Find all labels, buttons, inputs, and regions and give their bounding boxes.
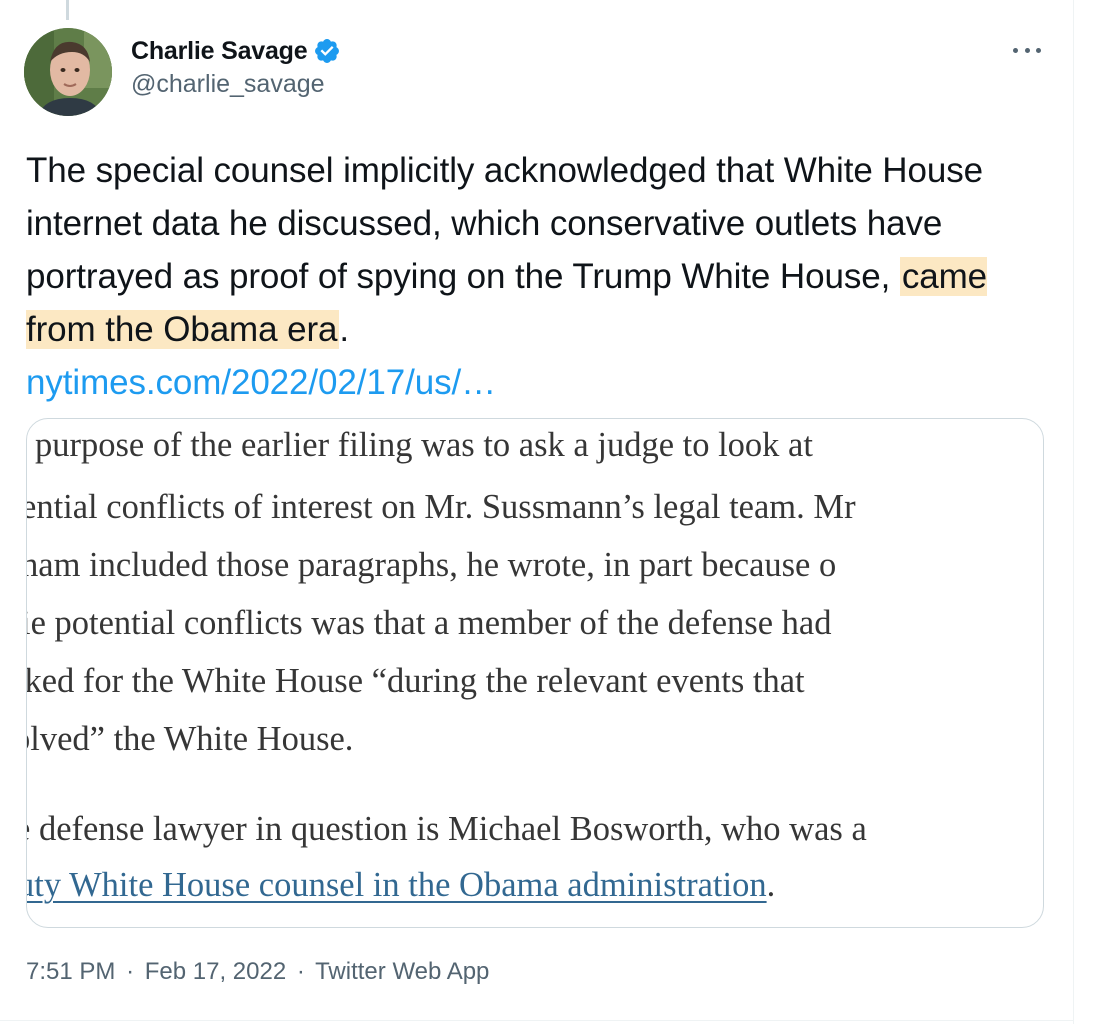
more-dot	[1036, 47, 1041, 53]
tweet-article-link[interactable]: nytimes.com/2022/02/17/us/…	[26, 363, 496, 402]
tweet-text-part1: The special counsel implicitly acknowled…	[26, 151, 983, 296]
excerpt-line: purpose of the earlier filing was to ask…	[35, 426, 813, 464]
tweet-source: Twitter Web App	[315, 958, 490, 985]
excerpt-line: ham included those paragraphs, he wrote,…	[26, 546, 837, 584]
excerpt-link-period: .	[766, 866, 776, 904]
excerpt-line: ential conflicts of interest on Mr. Suss…	[26, 488, 856, 526]
thread-connector-line	[66, 0, 69, 20]
embedded-image-card[interactable]: purpose of the earlier filing was to ask…	[26, 418, 1044, 928]
column-divider	[1073, 0, 1074, 1024]
tweet-date[interactable]: Feb 17, 2022	[145, 958, 286, 985]
meta-separator: ·	[296, 958, 305, 985]
tweet-bottom-divider	[0, 1020, 1073, 1021]
avatar[interactable]	[24, 28, 112, 116]
author-name-row: Charlie Savage	[131, 34, 341, 68]
tweet-author[interactable]: Charlie Savage @charlie_savage	[131, 34, 341, 99]
tweet-body: The special counsel implicitly acknowled…	[26, 144, 1056, 409]
more-options-icon[interactable]	[1010, 40, 1044, 60]
excerpt-line: olved” the White House.	[26, 720, 354, 758]
excerpt-line: e defense lawyer in question is Michael …	[26, 810, 867, 848]
more-dot	[1024, 47, 1030, 53]
excerpt-link-line: uty White House counsel in the Obama adm…	[26, 865, 776, 905]
excerpt-link: uty White House counsel in the Obama adm…	[26, 866, 767, 904]
tweet-text-part2: .	[339, 310, 350, 349]
excerpt-line: ie potential conflicts was that a member…	[26, 604, 832, 642]
tweet-page: Charlie Savage @charlie_savage The speci…	[0, 0, 1102, 1024]
excerpt-line: rked for the White House “during the rel…	[26, 662, 805, 700]
avatar-photo-icon	[24, 28, 112, 116]
article-excerpt-image: purpose of the earlier filing was to ask…	[26, 419, 1043, 927]
author-display-name[interactable]: Charlie Savage	[131, 37, 308, 66]
more-dot	[1013, 47, 1018, 53]
meta-separator: ·	[126, 958, 135, 985]
tweet-time[interactable]: 7:51 PM	[26, 958, 115, 985]
tweet-metadata: 7:51 PM · Feb 17, 2022 · Twitter Web App	[26, 958, 489, 986]
verified-badge-icon	[315, 39, 340, 63]
author-handle[interactable]: @charlie_savage	[131, 70, 341, 99]
